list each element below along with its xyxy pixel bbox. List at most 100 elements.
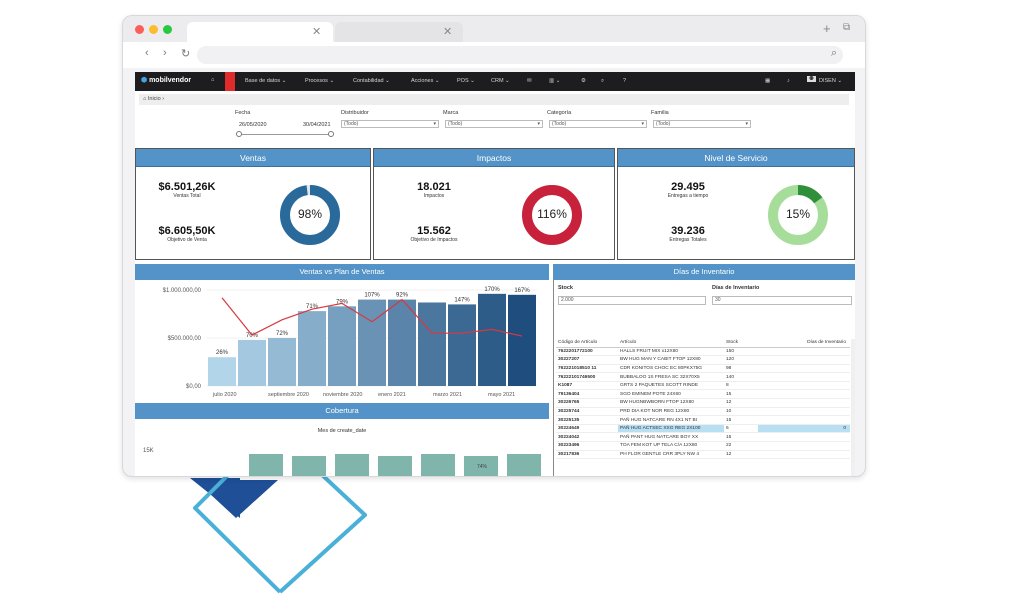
home-icon[interactable]: ⌂ bbox=[143, 96, 146, 102]
search-icon[interactable]: ⌕ bbox=[831, 47, 837, 60]
table-row[interactable]: 30226765 BW HUGNBWBORN FTOP 12X80 12 bbox=[556, 398, 850, 408]
impactos-value: 18.021 bbox=[417, 181, 451, 193]
table-row[interactable]: 7622201772100 HALLS FRUIT MIX x12X80 150 bbox=[556, 347, 850, 357]
close-window-dot[interactable] bbox=[135, 25, 144, 34]
cobertura-bar bbox=[249, 454, 283, 476]
table-row[interactable]: 762221018510 11 CDR KONITOS CHOC EC 80PKX… bbox=[556, 364, 850, 374]
table-row[interactable]: 30217836 PH FLOR GENTLE CRR 3PLY NW 4 12 bbox=[556, 450, 850, 460]
servicio-tiempo-label: Entregas a tiempo bbox=[667, 193, 709, 199]
cobertura-subtitle: Mes de create_date bbox=[317, 428, 367, 434]
distribuidor-select[interactable]: (Todo) ▾ bbox=[341, 120, 439, 128]
nav-item-base-de-datos[interactable]: Base de datos ⌄ bbox=[245, 78, 286, 84]
table-row[interactable]: 30227207 BW HUG MAN Y CABIT FTOP 12X80 120 bbox=[556, 355, 850, 365]
x-tick-label: septiembre 2020 bbox=[268, 392, 309, 398]
chart-bar bbox=[478, 293, 506, 386]
nav-item-acciones[interactable]: Acciones ⌄ bbox=[411, 78, 439, 84]
table-scrollbar[interactable] bbox=[851, 339, 855, 476]
chart-bar bbox=[208, 357, 236, 386]
cell-stock: 12 bbox=[724, 398, 758, 408]
table-row[interactable]: 30225135 PAÑ HUG NATCARE RN 4X1 NT BI 15 bbox=[556, 415, 850, 425]
nav-item-crm[interactable]: CRM ⌄ bbox=[491, 78, 510, 84]
servicio-totales-value: 39.236 bbox=[671, 225, 705, 237]
browser-window: ✕ ✕ + ⧉ ‹ › ↻ ⌕ ⬢ mobilvendor ⌂ Base de … bbox=[122, 15, 866, 477]
table-row[interactable]: K1087 GRTS 2 PAQUETES SCOTT RINDE 8 bbox=[556, 381, 850, 391]
inventario-panel: Stock 2.000 Días de Inventario 30 Código… bbox=[553, 280, 855, 476]
y-tick-label: $1.000.000,00 bbox=[163, 288, 202, 294]
chart-icon[interactable]: ▥ ⌄ bbox=[549, 78, 560, 84]
col-dias[interactable]: Días de Inventario bbox=[758, 339, 850, 348]
gear-icon[interactable]: ⚙ bbox=[581, 78, 586, 84]
top-navigation: ⬢ mobilvendor ⌂ Base de datos ⌄ Procesos… bbox=[135, 72, 855, 91]
cell-dias bbox=[758, 389, 850, 400]
marca-select[interactable]: (Todo) ▾ bbox=[445, 120, 543, 128]
cell-dias bbox=[758, 407, 850, 417]
cell-dias bbox=[758, 347, 850, 357]
table-row[interactable]: 76222101746500 BUBBALOO 1S FRESA SC 32X70… bbox=[556, 372, 850, 382]
date-slider-start-handle[interactable] bbox=[236, 131, 242, 137]
minimize-window-dot[interactable] bbox=[149, 25, 158, 34]
date-slider-track[interactable] bbox=[239, 134, 331, 135]
stock-input[interactable]: 2.000 bbox=[558, 296, 706, 305]
inventario-table: Código de Artículo Artículo Stock Días d… bbox=[556, 339, 850, 460]
cell-articulo: PRD DIA KOT NOR REG 12X80 bbox=[618, 407, 724, 417]
table-row[interactable]: 30223496 TOA FEM KOT UP TELA C/A 12X80 22 bbox=[556, 441, 850, 451]
menu-toggle-button[interactable] bbox=[225, 72, 235, 91]
table-row[interactable]: 30224649 PAÑ HUG ACTSEC XXG REG 2X100 6 0 bbox=[556, 424, 850, 434]
col-stock[interactable]: Stock bbox=[724, 339, 758, 348]
ventas-objetivo-label: Objetivo de Venta bbox=[167, 237, 207, 243]
window-restore-icon[interactable]: ⧉ bbox=[843, 22, 850, 33]
search-icon[interactable]: ⌕ bbox=[601, 78, 604, 85]
servicio-tiempo: 29.495 Entregas a tiempo bbox=[648, 181, 728, 199]
logo[interactable]: ⬢ mobilvendor bbox=[141, 76, 191, 84]
bar-data-label: 70% bbox=[246, 333, 259, 339]
col-codigo[interactable]: Código de Artículo bbox=[556, 339, 618, 348]
categoria-select[interactable]: (Todo) ▾ bbox=[549, 120, 647, 128]
table-row[interactable]: 30225744 PRD DIA KOT NOR REG 12X80 10 bbox=[556, 407, 850, 417]
impactos-value-label: Impactos bbox=[423, 193, 445, 199]
fecha-to[interactable]: 30/04/2021 bbox=[303, 122, 331, 128]
distribuidor-label: Distribuidor bbox=[341, 110, 369, 116]
mail-icon[interactable]: ✉ bbox=[527, 78, 532, 84]
familia-label: Familia bbox=[651, 110, 669, 116]
home-icon[interactable]: ⌂ bbox=[211, 77, 214, 83]
tab-active[interactable]: ✕ bbox=[187, 22, 333, 42]
close-icon[interactable]: ✕ bbox=[443, 25, 452, 38]
new-tab-icon[interactable]: + bbox=[823, 21, 831, 36]
nav-item-label: Acciones bbox=[411, 78, 434, 84]
fecha-from[interactable]: 26/05/2020 bbox=[239, 122, 267, 128]
chart-title: Ventas vs Plan de Ventas bbox=[135, 264, 549, 280]
table-row[interactable]: 30224042 PAÑ PANT HUG NATCARE BOY XX 15 bbox=[556, 432, 850, 443]
nav-item-pos[interactable]: POS ⌄ bbox=[457, 78, 475, 84]
cell-stock: 140 bbox=[724, 372, 758, 382]
dias-input[interactable]: 30 bbox=[712, 296, 852, 305]
screenshot-stage: ✕ ✕ + ⧉ ‹ › ↻ ⌕ ⬢ mobilvendor ⌂ Base de … bbox=[0, 0, 1024, 599]
nav-item-procesos[interactable]: Procesos ⌄ bbox=[305, 78, 334, 84]
chevron-down-icon: ▾ bbox=[641, 121, 644, 127]
reload-icon[interactable]: ↻ bbox=[181, 47, 190, 60]
back-icon[interactable]: ‹ bbox=[145, 47, 149, 59]
familia-select[interactable]: (Todo) ▾ bbox=[653, 120, 751, 128]
url-field[interactable] bbox=[197, 46, 843, 64]
maximize-window-dot[interactable] bbox=[163, 25, 172, 34]
table-row[interactable]: 79136404 SGO EMINEM POTE 24X60 15 bbox=[556, 389, 850, 400]
nav-item-contabilidad[interactable]: Contabilidad ⌄ bbox=[353, 78, 390, 84]
close-icon[interactable]: ✕ bbox=[312, 25, 321, 38]
x-tick-label: mayo 2021 bbox=[488, 392, 515, 398]
stock-label: Stock bbox=[558, 285, 573, 291]
date-slider-end-handle[interactable] bbox=[328, 131, 334, 137]
cell-stock: 15 bbox=[724, 415, 758, 425]
user-menu[interactable]: DISEN ⌄ bbox=[819, 78, 842, 84]
tab-inactive[interactable]: ✕ bbox=[335, 22, 463, 42]
help-icon[interactable]: ? bbox=[623, 78, 626, 84]
bell-icon[interactable]: ♪ bbox=[787, 78, 790, 84]
forward-icon[interactable]: › bbox=[163, 47, 167, 59]
cell-articulo: BUBBALOO 1S FRESA SC 32X70X5 bbox=[618, 372, 724, 382]
breadcrumb-link[interactable]: Inicio bbox=[148, 96, 161, 102]
cell-codigo: K1087 bbox=[556, 381, 618, 391]
avatar-icon[interactable]: ⚉ bbox=[807, 76, 816, 82]
address-bar: ‹ › ↻ ⌕ bbox=[123, 42, 865, 68]
calendar-icon[interactable]: ▦ bbox=[765, 78, 770, 84]
col-articulo[interactable]: Artículo bbox=[618, 339, 724, 348]
cell-stock: 15 bbox=[724, 432, 758, 443]
categoria-label: Categoría bbox=[547, 110, 572, 116]
